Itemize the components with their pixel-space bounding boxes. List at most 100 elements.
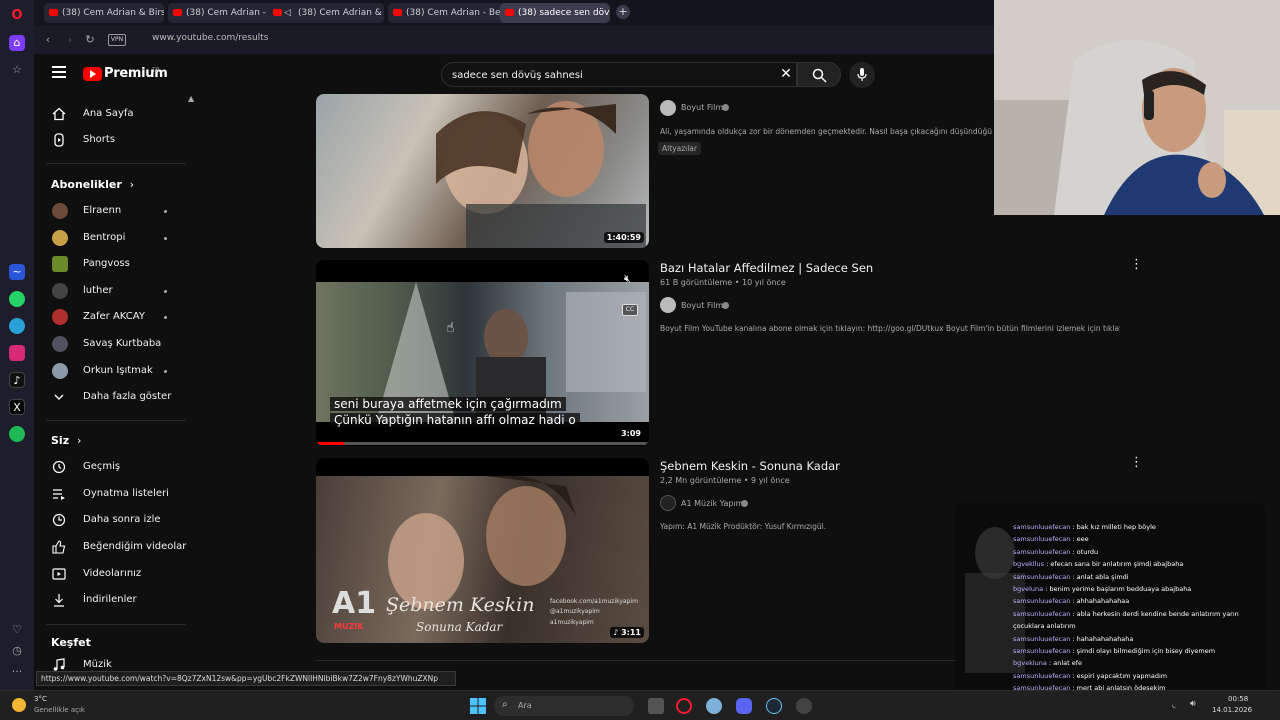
bookmark-star-icon[interactable]: ☆ [9, 62, 25, 78]
instagram-icon[interactable] [9, 345, 25, 361]
messenger-icon[interactable]: ~ [9, 264, 25, 280]
sidebar-item-liked-videos[interactable]: Beğendiğim videolar [34, 534, 194, 560]
verified-badge-icon [722, 302, 729, 309]
chat-username[interactable]: bgvekluna [1013, 659, 1047, 667]
network-icon[interactable]: ◟ [1172, 700, 1176, 710]
chat-username[interactable]: samsunluuefecan [1013, 535, 1070, 543]
sidebar-item-your-videos[interactable]: Videolarınız [34, 561, 194, 587]
chat-username[interactable]: samsunluuefecan [1013, 573, 1070, 581]
weather-temp[interactable]: 3°C [34, 695, 47, 703]
mute-icon[interactable]: 🔇︎ [624, 272, 631, 286]
forward-icon[interactable]: › [62, 32, 78, 48]
reload-icon[interactable]: ↻ [82, 32, 98, 48]
sidebar-item-subscription[interactable]: Zafer AKCAY [34, 304, 194, 330]
speaker-muted-icon[interactable]: ◁ [284, 3, 291, 23]
url-field[interactable]: www.youtube.com/results [152, 33, 268, 43]
opera-taskbar-icon[interactable] [676, 698, 692, 714]
volume-icon[interactable]: 🔊︎ [1190, 699, 1196, 709]
heart-icon[interactable]: ♡ [9, 622, 25, 638]
home-speed-dial-icon[interactable]: ⌂ [9, 35, 25, 51]
more-actions-icon[interactable]: ⋮ [1130, 258, 1143, 271]
chat-username[interactable]: samsunluuefecan [1013, 597, 1070, 605]
you-header[interactable]: Siz › [51, 434, 81, 447]
weather-desc[interactable]: Genellikle açık [34, 706, 85, 714]
chat-username[interactable]: samsunluuefecan [1013, 548, 1070, 556]
video-title[interactable]: Şebnem Keskin - Sonuna Kadar [660, 459, 840, 473]
chat-username[interactable]: samsunluuefecan [1013, 610, 1070, 618]
taskbar-search[interactable]: ⌕ Ara [494, 696, 634, 716]
chat-username[interactable]: samsunluuefecan [1013, 647, 1070, 655]
sidebar-show-more[interactable]: Daha fazla göster [34, 384, 194, 410]
sidebar-item-playlists[interactable]: Oynatma listeleri [34, 481, 194, 507]
back-icon[interactable]: ‹ [40, 32, 56, 48]
chat-username[interactable]: bgveluna [1013, 585, 1043, 593]
video-title[interactable]: Bazı Hatalar Affedilmez | Sadece Sen [660, 261, 873, 275]
whatsapp-icon[interactable] [9, 291, 25, 307]
discord-icon[interactable] [736, 698, 752, 714]
chat-username[interactable]: samsunluuefecan [1013, 635, 1070, 643]
browser-tab[interactable]: (38) Cem Adrian - Ben Sen [388, 3, 508, 23]
browser-tab[interactable]: (38) Cem Adrian & Birsen [44, 3, 164, 23]
channel-name[interactable]: Boyut Film [681, 103, 723, 112]
browser-tab[interactable]: ◁(38) Cem Adrian & Ay [268, 3, 384, 23]
steam-icon[interactable] [766, 698, 782, 714]
sidebar-item-watch-later[interactable]: Daha sonra izle [34, 507, 194, 533]
settings-gear-icon[interactable] [706, 698, 722, 714]
spotify-icon[interactable] [9, 426, 25, 442]
video-thumbnail[interactable]: 1:40:59 [316, 94, 649, 248]
hamburger-menu-icon[interactable] [52, 66, 66, 78]
windows-start-icon[interactable] [470, 698, 486, 714]
sidebar-item-subscription[interactable]: Savaş Kurtbaba [34, 331, 194, 357]
chevron-down-icon [54, 394, 64, 400]
closed-captions-icon[interactable]: CC [622, 304, 638, 316]
overlay-song: Sonuna Kadar [416, 620, 503, 634]
sidebar-item-subscription[interactable]: Orkun Işıtmak [34, 358, 194, 384]
sidebar-item-home[interactable]: Ana Sayfa [34, 101, 194, 127]
channel-avatar[interactable] [660, 297, 676, 313]
clock-time[interactable]: 00:58 [1228, 695, 1248, 703]
chat-message: bgvekllus : efecan sana bir anlatırım şi… [1013, 560, 1183, 568]
x-twitter-icon[interactable]: X [9, 399, 25, 415]
more-actions-icon[interactable]: ⋮ [1130, 456, 1143, 469]
opera-logo-icon[interactable]: O [9, 8, 25, 24]
video-player-preview[interactable]: 🔇︎ CC seni buraya affetmek için çağırmad… [316, 260, 649, 446]
sidebar-item-subscription[interactable]: Elraenn [34, 198, 194, 224]
more-icon[interactable]: ··· [9, 664, 25, 680]
sidebar-item-shorts[interactable]: Shorts [34, 127, 194, 153]
sidebar-item-subscription[interactable]: Bentropi [34, 225, 194, 251]
chat-message: samsunluuefecan : eee [1013, 535, 1089, 543]
channel-name[interactable]: A1 Müzik Yapım [681, 499, 743, 508]
status-bar-link: https://www.youtube.com/watch?v=8Qz7ZxN1… [36, 671, 456, 686]
chat-username[interactable]: samsunluuefecan [1013, 672, 1070, 680]
channel-avatar[interactable] [660, 100, 676, 116]
vpn-badge[interactable]: VPN [108, 34, 126, 46]
sidebar-item-downloads[interactable]: İndirilenler [34, 587, 194, 613]
chat-username[interactable]: samsunluuefecan [1013, 523, 1070, 531]
voice-search-button[interactable] [849, 62, 875, 88]
channel-avatar[interactable] [660, 495, 676, 511]
task-view-icon[interactable] [648, 698, 664, 714]
history-clock-icon[interactable]: ◷ [9, 643, 25, 659]
duration-badge: ♪ 3:11 [610, 627, 644, 638]
browser-tab-active[interactable]: (38) sadece sen dövüş sa [500, 3, 610, 23]
youtube-favicon-icon [505, 9, 514, 16]
sidebar-item-subscription[interactable]: luther [34, 278, 194, 304]
clock-date[interactable]: 14.01.2026 [1212, 706, 1252, 714]
search-input[interactable] [452, 67, 772, 83]
sidebar-item-subscription[interactable]: Pangvoss [34, 251, 194, 277]
new-tab-button[interactable]: + [616, 5, 630, 19]
tiktok-icon[interactable]: ♪ [9, 372, 25, 388]
video-thumbnail[interactable]: A1 MUZIK Şebnem Keskin Sonuna Kadar face… [316, 458, 649, 643]
obs-icon[interactable] [796, 698, 812, 714]
weather-sun-icon[interactable] [12, 698, 26, 712]
playlist-icon [53, 489, 65, 500]
channel-name[interactable]: Boyut Film [681, 301, 723, 310]
progress-bar[interactable] [316, 442, 649, 445]
telegram-icon[interactable] [9, 318, 25, 334]
clear-search-icon[interactable]: ✕ [778, 66, 794, 82]
chat-username[interactable]: bgvekllus [1013, 560, 1044, 568]
search-button[interactable] [797, 62, 841, 87]
sidebar-item-history[interactable]: Geçmiş [34, 454, 194, 480]
subscriptions-header[interactable]: Abonelikler › [51, 178, 134, 191]
youtube-logo-icon[interactable] [83, 67, 102, 81]
